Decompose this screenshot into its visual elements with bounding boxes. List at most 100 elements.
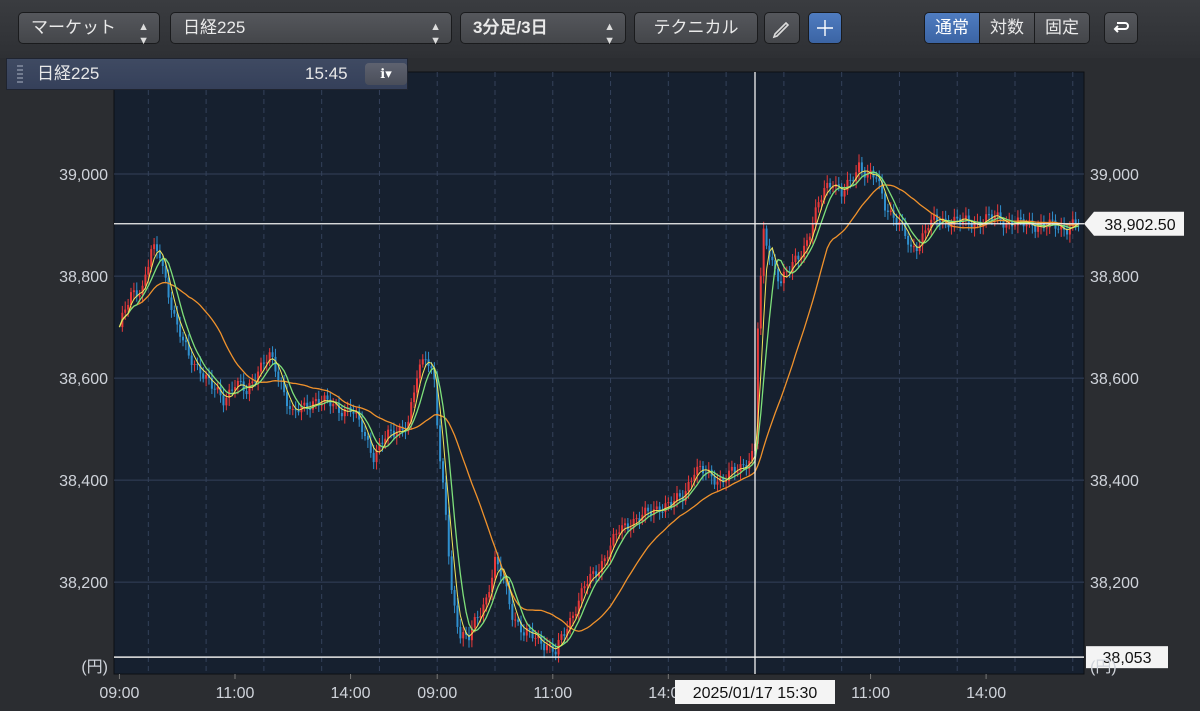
candle-body: [332, 403, 335, 407]
candle-body: [144, 274, 147, 286]
drag-handle-icon[interactable]: [17, 65, 23, 85]
period-select[interactable]: 3分足/3日 ▲ ▼: [460, 12, 626, 47]
updown-arrow-icon: ▲ ▼: [138, 21, 149, 47]
y-tick-label-right: 39,000: [1090, 167, 1139, 184]
candle-body: [262, 362, 265, 364]
candle-body: [453, 590, 456, 606]
pencil-icon: [772, 21, 790, 39]
candle-body: [592, 571, 595, 574]
chart-area[interactable]: 38,200 38,200 38,400 38,400 38,600 38,600 38,8…: [6, 58, 1194, 706]
symbol-select[interactable]: 日経225 ▲ ▼: [170, 12, 452, 47]
y-tick-label-right: 38,600: [1090, 371, 1139, 388]
candle-body: [782, 271, 785, 284]
candle-body: [574, 613, 577, 616]
candle-body: [245, 390, 248, 395]
crosshair-price-label: 38,902.50: [1104, 217, 1175, 234]
candle-body: [690, 481, 693, 483]
candle-body: [701, 465, 705, 474]
candle-body: [155, 244, 159, 252]
candle-body: [415, 378, 419, 393]
candle-body: [563, 634, 566, 636]
candle-body: [777, 268, 780, 282]
y-unit-label-left: (円): [81, 659, 108, 676]
candle-body: [612, 533, 615, 546]
candle-body: [170, 297, 173, 310]
candle-body: [274, 356, 277, 372]
candle-body: [239, 380, 242, 382]
candle-body: [326, 395, 329, 400]
candle-body: [352, 411, 355, 414]
candle-body: [285, 392, 289, 407]
candle-body: [1013, 225, 1017, 227]
undo-icon: [1113, 22, 1129, 33]
y-tick-label-left: 39,000: [59, 167, 108, 184]
candle-body: [153, 244, 156, 250]
scale-mode-fixed[interactable]: 固定: [1035, 13, 1089, 43]
crosshair-tool-button[interactable]: [808, 12, 842, 44]
plot-area[interactable]: [113, 71, 1085, 675]
period-select-label: 3分足/3日: [473, 18, 548, 37]
candle-body: [190, 355, 193, 365]
y-tick-label-left: 38,200: [59, 575, 108, 592]
candle-body: [314, 399, 317, 402]
candle-body: [205, 374, 208, 379]
candle-body: [179, 324, 182, 337]
technical-button[interactable]: テクニカル: [634, 12, 758, 44]
market-select[interactable]: マーケット ▲ ▼: [18, 12, 160, 47]
candle-body: [531, 629, 534, 639]
price-chart[interactable]: 38,200 38,200 38,400 38,400 38,600 38,600 38,8…: [6, 58, 1194, 706]
candle-body: [889, 210, 892, 213]
scale-mode-normal[interactable]: 通常: [925, 13, 980, 43]
candle-body: [381, 442, 384, 444]
candle-body: [860, 162, 863, 172]
candle-body: [762, 228, 765, 276]
draw-tool-button[interactable]: [764, 12, 800, 44]
symbol-select-label: 日経225: [183, 18, 246, 37]
candle-body: [730, 466, 733, 471]
candle-body: [372, 452, 375, 463]
candle-body: [222, 395, 225, 406]
candle-body: [560, 634, 563, 640]
candle-body: [661, 511, 664, 513]
candle-body: [514, 619, 517, 621]
candle-body: [543, 643, 546, 651]
candle-body: [779, 281, 783, 284]
candle-body: [522, 632, 525, 636]
x-tick-label: 11:00: [851, 685, 890, 702]
x-tick-label: 14:00: [331, 685, 371, 702]
candle-body: [173, 309, 176, 314]
candle-body: [765, 228, 768, 246]
candle-body: [288, 406, 291, 410]
candle-body: [251, 381, 254, 384]
candle-body: [875, 177, 878, 179]
y-tick-label-left: 38,400: [59, 473, 108, 490]
candle-body: [132, 290, 135, 293]
candle-body: [363, 431, 367, 437]
candle-body: [476, 617, 479, 619]
candle-body: [623, 523, 627, 526]
info-menu-button[interactable]: ℹ︎▾: [365, 63, 407, 85]
candle-body: [956, 216, 959, 219]
candle-body: [644, 507, 647, 515]
candle-body: [924, 230, 927, 234]
candle-body: [231, 389, 234, 391]
candle-body: [193, 364, 196, 366]
scale-mode-group: 通常 対数 固定: [924, 12, 1090, 44]
scale-mode-log[interactable]: 対数: [980, 13, 1035, 43]
crosshair-icon: [817, 20, 833, 36]
reset-button[interactable]: [1104, 12, 1138, 44]
candle-body: [441, 461, 445, 483]
candle-body: [444, 482, 447, 515]
market-select-label: マーケット: [31, 18, 116, 37]
candle-body: [626, 523, 629, 530]
candle-body: [517, 619, 520, 623]
technical-button-label: テクニカル: [653, 18, 739, 37]
candle-body: [583, 586, 586, 589]
candle-body: [447, 514, 450, 557]
y-tick-label-left: 38,800: [59, 269, 108, 286]
candle-body: [675, 493, 679, 501]
info-panel: 日経225 15:45 ℹ︎▾: [6, 58, 408, 90]
candle-body: [421, 359, 424, 365]
candle-body: [418, 364, 421, 379]
candle-body: [817, 202, 820, 208]
